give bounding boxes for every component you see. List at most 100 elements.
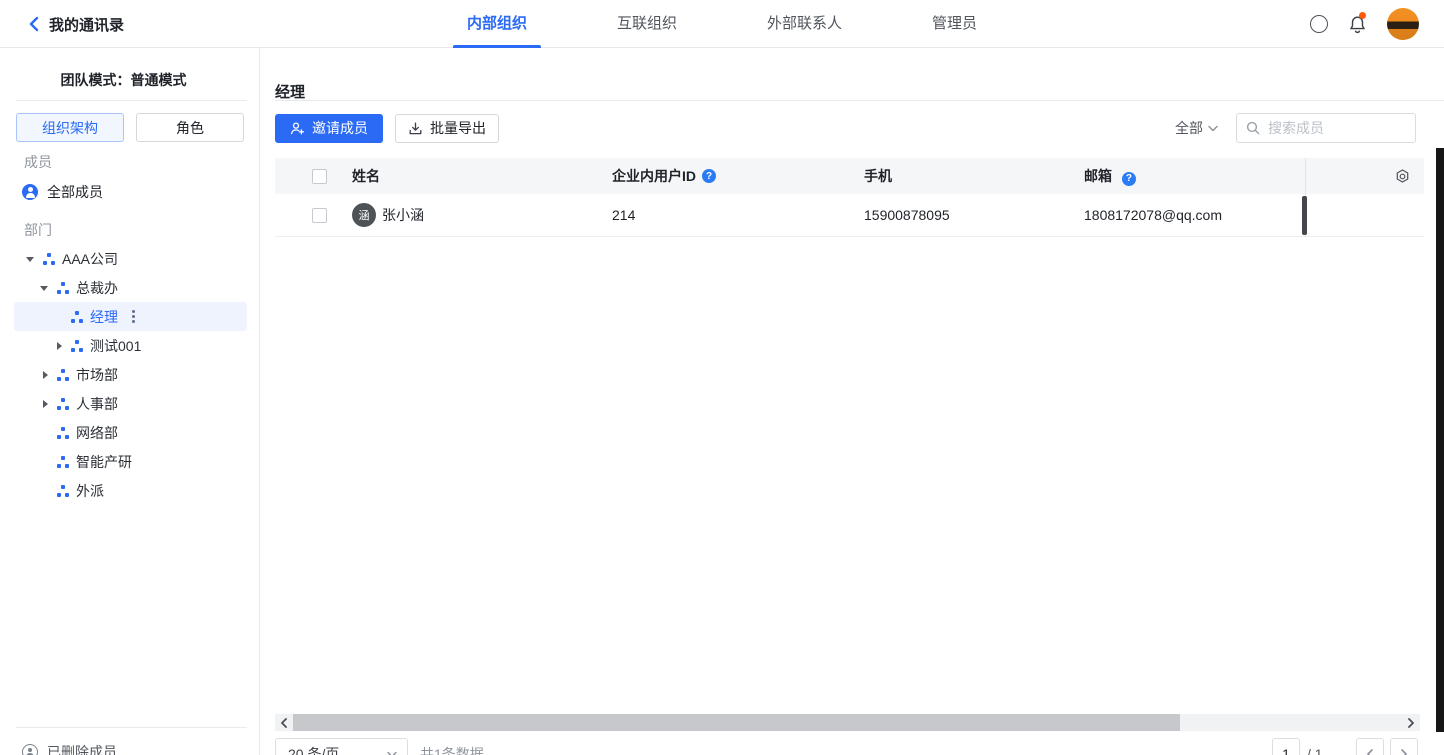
tree-item-smart-rd[interactable]: 智能产研: [14, 447, 247, 476]
sidebar: 团队模式：普通模式 组织架构 角色 成员 全部成员 部门 AAA公司 总裁办: [0, 48, 260, 755]
main-tabs: 内部组织 互联组织 外部联系人 管理员: [453, 0, 991, 48]
caret-right-icon[interactable]: [54, 342, 70, 350]
chevron-left-icon: [280, 718, 288, 728]
contacts-admin-screen: 我的通讯录 内部组织 互联组织 外部联系人 管理员 团队模式：普通模式 组织架构…: [0, 0, 1444, 755]
department-icon: [56, 369, 69, 381]
column-user-id: 企业内用户ID: [612, 166, 696, 186]
all-members-item[interactable]: 全部成员: [22, 182, 103, 202]
department-icon: [56, 427, 69, 439]
topbar-actions: [1310, 0, 1419, 48]
batch-export-button[interactable]: 批量导出: [395, 114, 499, 143]
user-avatar[interactable]: [1387, 8, 1419, 40]
tree-item-hr[interactable]: 人事部: [14, 389, 247, 418]
department-icon: [56, 485, 69, 497]
row-checkbox[interactable]: [312, 208, 327, 223]
scroll-left-button[interactable]: [275, 714, 293, 731]
scroll-right-button[interactable]: [1402, 714, 1420, 731]
chevron-right-icon: [1407, 718, 1415, 728]
add-person-icon: [290, 121, 305, 136]
column-name: 姓名: [352, 166, 380, 186]
vertical-scrollbar[interactable]: [1436, 148, 1444, 732]
next-page-button[interactable]: [1390, 738, 1418, 755]
tree-item-test001[interactable]: 测试001: [14, 331, 247, 360]
member-table-row[interactable]: 涵 张小涵 214 15900878095 1808172078@qq.com: [275, 194, 1424, 237]
member-avatar: 涵: [352, 203, 376, 227]
departments-section-label: 部门: [24, 220, 52, 240]
members-section-label: 成员: [24, 152, 52, 172]
page-number-input[interactable]: [1272, 738, 1300, 755]
total-count-label: 共1条数据: [420, 738, 484, 755]
page-size-select[interactable]: 20 条/页: [275, 738, 408, 755]
topbar: 我的通讯录 内部组织 互联组织 外部联系人 管理员: [0, 0, 1444, 48]
column-settings-gear-icon[interactable]: [1394, 168, 1411, 185]
scrollbar-thumb[interactable]: [293, 714, 1180, 731]
notifications-button[interactable]: [1348, 15, 1367, 34]
pagination: 20 条/页 共1条数据 / 1: [275, 738, 1420, 755]
sidebar-bottom-divider: [16, 727, 247, 728]
tab-external-contacts[interactable]: 外部联系人: [753, 0, 856, 48]
tree-item-network[interactable]: 网络部: [14, 418, 247, 447]
sidebar-divider: [16, 100, 247, 101]
deleted-members-label: 已删除成员: [47, 742, 117, 755]
toolbar: 邀请成员 批量导出 全部: [275, 113, 1416, 143]
tree-item-ceo-office[interactable]: 总裁办: [14, 273, 247, 302]
select-all-checkbox[interactable]: [312, 169, 327, 184]
back-chevron-icon[interactable]: [28, 16, 39, 32]
download-icon: [408, 121, 423, 136]
department-icon: [70, 311, 83, 323]
all-members-label: 全部成员: [47, 182, 103, 202]
tree-item-manager[interactable]: 经理: [14, 302, 247, 331]
table-header: 姓名 企业内用户ID 手机 邮箱: [275, 158, 1424, 194]
chevron-down-icon: [1208, 125, 1218, 132]
member-phone: 15900878095: [864, 207, 950, 223]
tab-internal-org[interactable]: 内部组织: [453, 0, 541, 48]
view-switch: 组织架构 角色: [16, 113, 244, 142]
main-content: 经理 邀请成员 批量导出 全部 姓名: [260, 48, 1444, 755]
members-icon: [22, 184, 38, 200]
filter-dropdown[interactable]: 全部: [1175, 118, 1218, 138]
caret-down-icon[interactable]: [26, 252, 42, 266]
help-icon[interactable]: [1310, 15, 1328, 33]
team-mode-label: 团队模式：普通模式: [0, 70, 247, 90]
department-icon: [56, 282, 69, 294]
member-user-id: 214: [612, 207, 635, 223]
caret-right-icon[interactable]: [40, 400, 56, 408]
department-tree: AAA公司 总裁办 经理 测试001 市场部: [0, 244, 260, 505]
prev-page-button[interactable]: [1356, 738, 1384, 755]
tab-admins[interactable]: 管理员: [918, 0, 991, 48]
caret-right-icon[interactable]: [40, 371, 56, 379]
column-phone: 手机: [864, 168, 892, 184]
help-icon[interactable]: [1122, 172, 1136, 186]
page-title: 我的通讯录: [49, 14, 124, 35]
kebab-menu-icon[interactable]: [132, 310, 135, 323]
notification-dot: [1359, 12, 1366, 19]
department-icon: [56, 398, 69, 410]
page-total-label: / 1: [1307, 738, 1323, 755]
member-name: 张小涵: [382, 205, 424, 225]
tree-item-aaa-company[interactable]: AAA公司: [14, 244, 247, 273]
member-email: 1808172078@qq.com: [1084, 207, 1222, 223]
deleted-members-item[interactable]: 已删除成员: [22, 742, 117, 755]
deleted-member-icon: [22, 744, 38, 755]
search-input[interactable]: [1266, 119, 1406, 137]
department-icon: [42, 253, 55, 265]
invite-member-button[interactable]: 邀请成员: [275, 114, 383, 143]
department-icon: [56, 456, 69, 468]
help-icon[interactable]: [702, 169, 716, 183]
org-structure-button[interactable]: 组织架构: [16, 113, 124, 142]
tree-item-marketing[interactable]: 市场部: [14, 360, 247, 389]
chevron-down-icon: [387, 751, 397, 755]
search-box: [1236, 113, 1416, 143]
search-icon: [1246, 121, 1260, 135]
table-body-scrollbar-thumb[interactable]: [1302, 196, 1307, 235]
chevron-right-icon: [1400, 749, 1408, 755]
tree-item-outsourced[interactable]: 外派: [14, 476, 247, 505]
chevron-left-icon: [1366, 749, 1374, 755]
horizontal-scrollbar: [275, 714, 1420, 731]
caret-down-icon[interactable]: [40, 281, 56, 295]
tab-connected-org[interactable]: 互联组织: [603, 0, 691, 48]
back-navigation[interactable]: 我的通讯录: [28, 0, 124, 48]
scrollbar-track[interactable]: [293, 714, 1402, 731]
department-icon: [70, 340, 83, 352]
role-button[interactable]: 角色: [136, 113, 244, 142]
